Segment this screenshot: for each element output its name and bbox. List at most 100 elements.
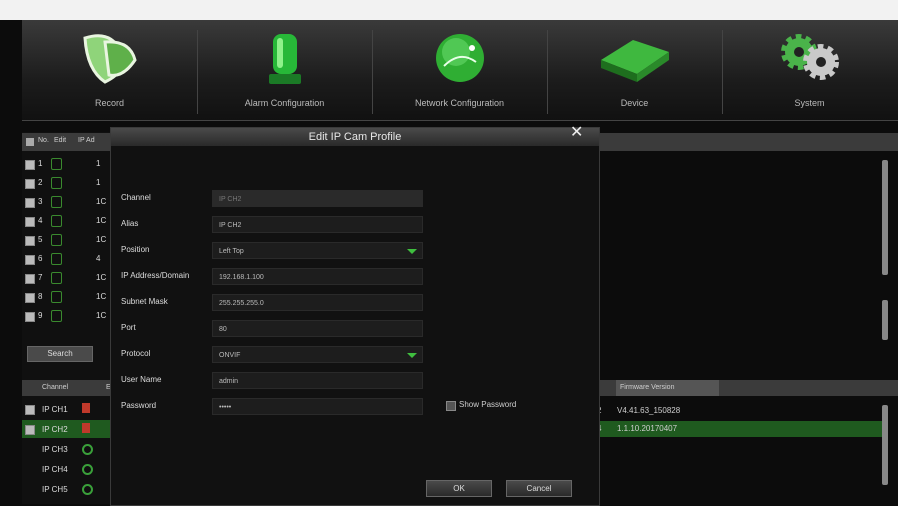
device-row[interactable]: 5 1C xyxy=(22,231,110,249)
field-label: Channel xyxy=(121,193,151,202)
row-checkbox[interactable] xyxy=(25,274,35,284)
edit-icon[interactable] xyxy=(51,215,62,227)
upper-scrollbar[interactable] xyxy=(882,160,888,275)
row-checkbox[interactable] xyxy=(25,217,35,227)
chevron-down-icon[interactable] xyxy=(407,353,417,358)
header-ip-address: IP Ad xyxy=(78,137,95,144)
row-number: 7 xyxy=(38,273,43,282)
text-field[interactable]: 255.255.255.0 xyxy=(212,294,423,311)
text-field[interactable]: IP CH2 xyxy=(212,216,423,233)
field-label: Alias xyxy=(121,219,139,228)
field-value: admin xyxy=(219,378,239,385)
close-icon[interactable]: ✕ xyxy=(570,125,583,141)
channel-row[interactable]: IP CH2 xyxy=(22,420,112,438)
field-label: Subnet Mask xyxy=(121,297,168,306)
field-value: Left Top xyxy=(219,248,244,255)
field-value: ONVIF xyxy=(219,352,241,359)
menu-device-label: Device xyxy=(620,98,649,108)
firmware-version: 1.1.10.20170407 xyxy=(617,424,678,433)
menu-device[interactable]: Device xyxy=(547,20,722,120)
edit-ip-cam-profile-dialog: Edit IP Cam Profile Channel IP CH2 Alias IP… xyxy=(110,127,600,506)
search-button[interactable]: Search xyxy=(27,346,93,362)
device-row[interactable]: 21 xyxy=(22,174,110,192)
channel-name: IP CH1 xyxy=(42,405,68,414)
edit-icon[interactable] xyxy=(51,234,62,246)
edit-icon[interactable] xyxy=(51,272,62,284)
ok-button[interactable]: OK xyxy=(426,480,492,497)
device-icon xyxy=(600,40,669,82)
row-ip-fragment: 1C xyxy=(96,197,107,206)
device-row[interactable]: 64 xyxy=(22,250,110,268)
row-checkbox[interactable] xyxy=(25,425,35,435)
channel-row[interactable]: IP CH1 xyxy=(22,400,112,418)
row-number: 6 xyxy=(38,254,43,263)
edit-icon[interactable] xyxy=(51,310,62,322)
row-checkbox[interactable] xyxy=(25,255,35,265)
row-number: 3 xyxy=(38,197,43,206)
edit-icon[interactable] xyxy=(51,253,62,265)
device-row[interactable]: 11 xyxy=(22,155,110,173)
row-checkbox[interactable] xyxy=(25,236,35,246)
row-ip-fragment: 1 xyxy=(96,159,101,168)
field-label: Position xyxy=(121,245,150,254)
device-row[interactable]: 8 1C xyxy=(22,288,110,306)
row-checkbox[interactable] xyxy=(25,179,35,189)
chevron-down-icon[interactable] xyxy=(407,249,417,254)
row-ip-fragment: 1C xyxy=(96,292,107,301)
header-no: No. xyxy=(38,137,49,144)
row-checkbox[interactable] xyxy=(25,293,35,303)
device-row[interactable]: 9 1C xyxy=(22,307,110,325)
status-online-icon xyxy=(82,484,93,495)
firmware-row-selected[interactable]: 4 1.1.10.20170407 xyxy=(597,421,882,437)
row-ip-fragment: 1C xyxy=(96,216,107,225)
device-row[interactable]: 3 1C xyxy=(22,193,110,211)
header-edit: Edit xyxy=(54,137,67,144)
text-field[interactable]: admin xyxy=(212,372,423,389)
header-checkbox[interactable] xyxy=(26,138,34,146)
menu-record[interactable]: Record xyxy=(22,20,197,120)
row-ip-fragment: 1C xyxy=(96,235,107,244)
header-channel: Channel xyxy=(42,384,69,391)
channel-name: IP CH2 xyxy=(42,425,68,434)
status-online-icon xyxy=(82,444,93,455)
menu-system[interactable]: System xyxy=(722,20,897,120)
delete-icon[interactable] xyxy=(82,403,90,413)
channel-row[interactable]: IP CH5 xyxy=(22,480,112,498)
channel-row[interactable]: IP CH3 xyxy=(22,440,112,458)
text-field[interactable]: ••••• xyxy=(212,398,423,415)
row-checkbox[interactable] xyxy=(25,312,35,322)
network-icon xyxy=(435,34,484,82)
text-field[interactable]: 80 xyxy=(212,320,423,337)
show-password-checkbox[interactable] xyxy=(446,401,456,411)
lower-scrollbar[interactable] xyxy=(882,405,888,485)
row-ip-fragment: 4 xyxy=(96,254,101,263)
cancel-button[interactable]: Cancel xyxy=(506,480,572,497)
delete-icon[interactable] xyxy=(82,423,90,433)
dialog-title: Edit IP Cam Profile xyxy=(111,128,599,146)
menu-network-label: Network Configuration xyxy=(414,98,505,108)
upper-scrollbar-lower[interactable] xyxy=(882,300,888,340)
field-label: Protocol xyxy=(121,349,151,358)
row-checkbox[interactable] xyxy=(25,405,35,415)
field-label: User Name xyxy=(121,375,162,384)
edit-icon[interactable] xyxy=(51,196,62,208)
channel-name: IP CH3 xyxy=(42,445,68,454)
menu-network-configuration[interactable]: Network Configuration xyxy=(372,20,547,120)
edit-icon[interactable] xyxy=(51,158,62,170)
channel-name: IP CH5 xyxy=(42,485,68,494)
firmware-row[interactable]: 2 V4.41.63_150828 xyxy=(597,403,882,419)
edit-icon[interactable] xyxy=(51,177,62,189)
row-ip-fragment: 1C xyxy=(96,273,107,282)
channel-row[interactable]: IP CH4 xyxy=(22,460,112,478)
top-strip xyxy=(0,0,898,20)
text-field[interactable]: 192.168.1.100 xyxy=(212,268,423,285)
device-row[interactable]: 7 1C xyxy=(22,269,110,287)
select-field[interactable]: ONVIF xyxy=(212,346,423,363)
menu-alarm-configuration[interactable]: Alarm Configuration xyxy=(197,20,372,120)
channel-name: IP CH4 xyxy=(42,465,68,474)
device-row[interactable]: 4 1C xyxy=(22,212,110,230)
select-field[interactable]: Left Top xyxy=(212,242,423,259)
row-checkbox[interactable] xyxy=(25,160,35,170)
row-checkbox[interactable] xyxy=(25,198,35,208)
edit-icon[interactable] xyxy=(51,291,62,303)
